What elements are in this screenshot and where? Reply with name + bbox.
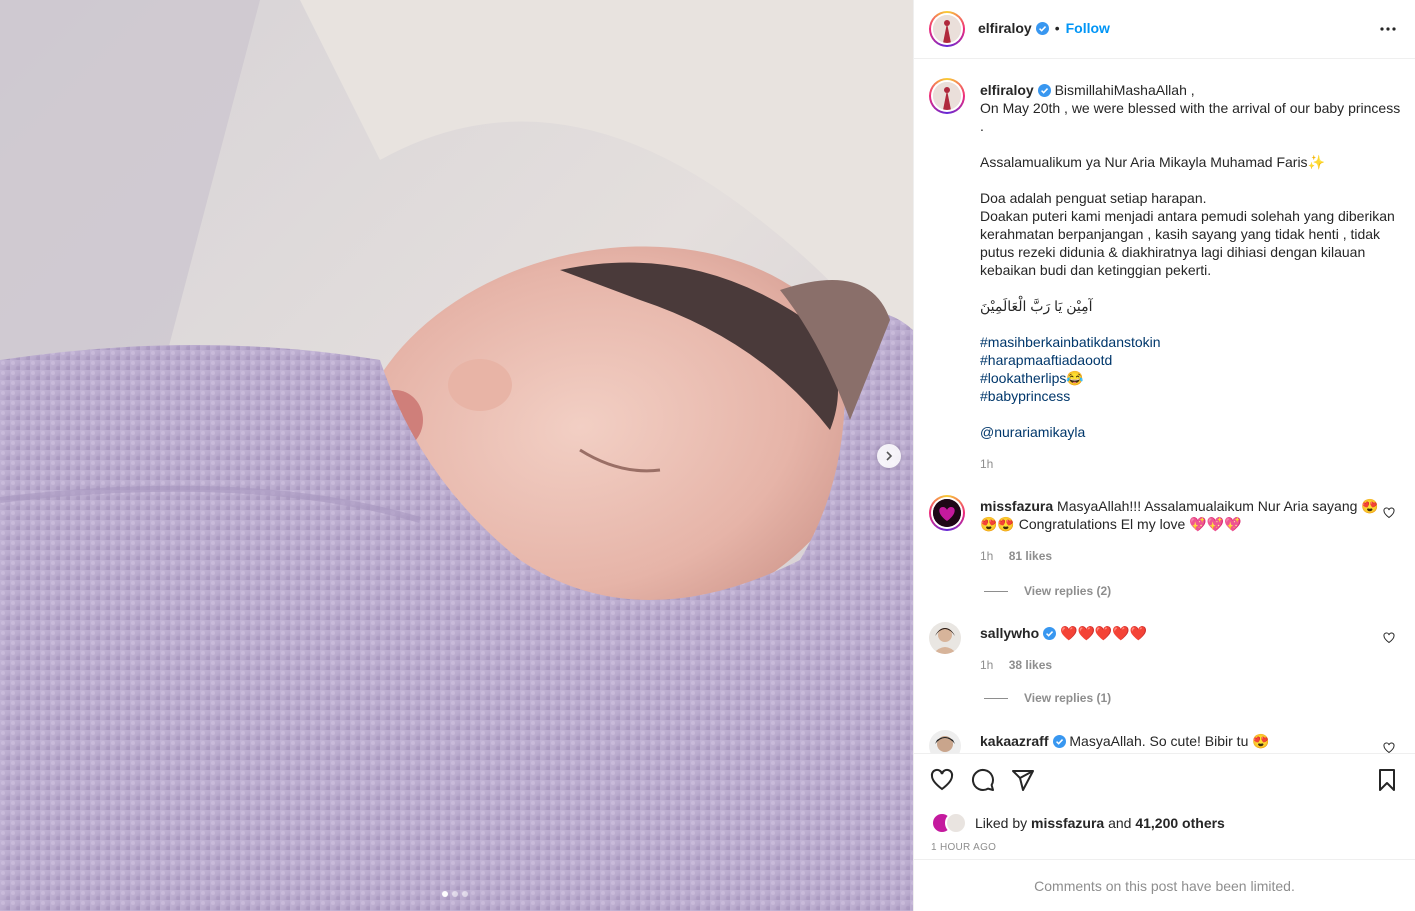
author-username[interactable]: elfiraloy bbox=[978, 20, 1032, 36]
share-icon[interactable] bbox=[1011, 768, 1035, 792]
caption-username[interactable]: elfiraloy bbox=[980, 82, 1034, 98]
like-comment-icon[interactable] bbox=[1383, 632, 1395, 644]
comment-icon[interactable] bbox=[971, 768, 995, 792]
like-comment-icon[interactable] bbox=[1383, 507, 1395, 519]
mention-link[interactable]: @nurariamikayla bbox=[980, 423, 1404, 441]
caption-line: Doa adalah penguat setiap harapan. bbox=[980, 190, 1207, 206]
caption-line: Assalamualikum ya Nur Aria Mikayla Muham… bbox=[980, 154, 1325, 170]
comments-limited-notice: Comments on this post have been limited. bbox=[914, 859, 1415, 911]
comment-text: ❤️❤️❤️❤️❤️ bbox=[1060, 625, 1148, 641]
post-actions: Liked by missfazura and 41,200 others 1 … bbox=[914, 753, 1415, 859]
view-replies-button[interactable]: View replies (2) bbox=[984, 584, 1111, 598]
commenter-avatar[interactable] bbox=[929, 730, 961, 753]
caption-author-avatar[interactable] bbox=[929, 78, 965, 114]
post-photo bbox=[0, 0, 913, 911]
caption-arabic: آمِيْن يَا رَبَّ الْعَالَمِيْنَ bbox=[980, 298, 1093, 314]
post-header: elfiraloy • Follow bbox=[914, 0, 1415, 59]
like-comment-icon[interactable] bbox=[1383, 742, 1395, 753]
commenter-username[interactable]: sallywho bbox=[980, 625, 1039, 641]
separator-dot: • bbox=[1054, 20, 1060, 36]
comment-likes[interactable]: 38 likes bbox=[1009, 658, 1052, 672]
post-caption: elfiraloy BismillahiMashaAllah , On May … bbox=[980, 81, 1404, 473]
likes-summary: Liked by missfazura and 41,200 others bbox=[931, 812, 1225, 834]
carousel-dot bbox=[462, 891, 468, 897]
commenter-avatar[interactable] bbox=[929, 622, 961, 654]
comment-item: sallywho ❤️❤️❤️❤️❤️ 1h 38 likes View rep… bbox=[929, 622, 1399, 722]
comment-likes[interactable]: 81 likes bbox=[1009, 549, 1052, 563]
verified-badge-icon bbox=[1035, 21, 1049, 35]
post-details-panel: elfiraloy • Follow elfiraloy BismillahiM… bbox=[913, 0, 1415, 911]
caption-title: BismillahiMashaAllah , bbox=[1054, 82, 1195, 98]
caption-line: . bbox=[980, 118, 984, 134]
save-bookmark-icon[interactable] bbox=[1375, 768, 1399, 792]
liked-by-label: Liked by bbox=[975, 815, 1028, 831]
comment-item: kakaazraff MasyaAllah. So cute! Bibir tu… bbox=[929, 730, 1399, 753]
view-replies-button[interactable]: View replies (1) bbox=[984, 691, 1111, 705]
post-timestamp[interactable]: 1 HOUR AGO bbox=[931, 842, 996, 853]
author-avatar[interactable] bbox=[929, 11, 965, 47]
verified-badge-icon bbox=[1043, 627, 1057, 640]
hashtag-link[interactable]: #masihberkainbatikdanstokin bbox=[980, 333, 1404, 351]
carousel-indicator bbox=[442, 891, 468, 897]
liked-by-and: and bbox=[1108, 815, 1132, 831]
comment-item: missfazura MasyaAllah!!! Assalamualaikum… bbox=[929, 495, 1399, 605]
verified-badge-icon bbox=[1037, 84, 1051, 97]
liked-by-others[interactable]: 41,200 others bbox=[1135, 815, 1225, 831]
liker-avatar[interactable] bbox=[945, 812, 967, 834]
carousel-dot bbox=[442, 891, 448, 897]
more-options-icon[interactable] bbox=[1379, 20, 1397, 38]
verified-badge-icon bbox=[1052, 735, 1066, 748]
next-photo-button[interactable] bbox=[877, 444, 901, 468]
hashtag-link[interactable]: #harapmaaftiadaootd bbox=[980, 351, 1404, 369]
comment-time[interactable]: 1h bbox=[980, 549, 993, 563]
commenter-username[interactable]: kakaazraff bbox=[980, 733, 1049, 749]
carousel-dot bbox=[452, 891, 458, 897]
hashtag-link[interactable]: #babyprincess bbox=[980, 387, 1404, 405]
comment-text: MasyaAllah. So cute! Bibir tu 😍 bbox=[1069, 733, 1270, 749]
hashtag-link[interactable]: #lookatherlips😂 bbox=[980, 369, 1404, 387]
comments-scroll-area[interactable]: elfiraloy BismillahiMashaAllah , On May … bbox=[914, 59, 1415, 753]
chevron-right-icon bbox=[886, 451, 893, 461]
baby-photo-illustration bbox=[0, 0, 913, 911]
caption-time[interactable]: 1h bbox=[980, 455, 1404, 473]
like-icon[interactable] bbox=[930, 768, 954, 792]
comment-time[interactable]: 1h bbox=[980, 658, 993, 672]
caption-line: Doakan puteri kami menjadi antara pemudi… bbox=[980, 208, 1395, 278]
liked-by-user[interactable]: missfazura bbox=[1031, 815, 1104, 831]
commenter-username[interactable]: missfazura bbox=[980, 498, 1053, 514]
follow-button[interactable]: Follow bbox=[1066, 20, 1110, 36]
caption-line: On May 20th , we were blessed with the a… bbox=[980, 100, 1401, 116]
commenter-avatar[interactable] bbox=[929, 495, 965, 531]
